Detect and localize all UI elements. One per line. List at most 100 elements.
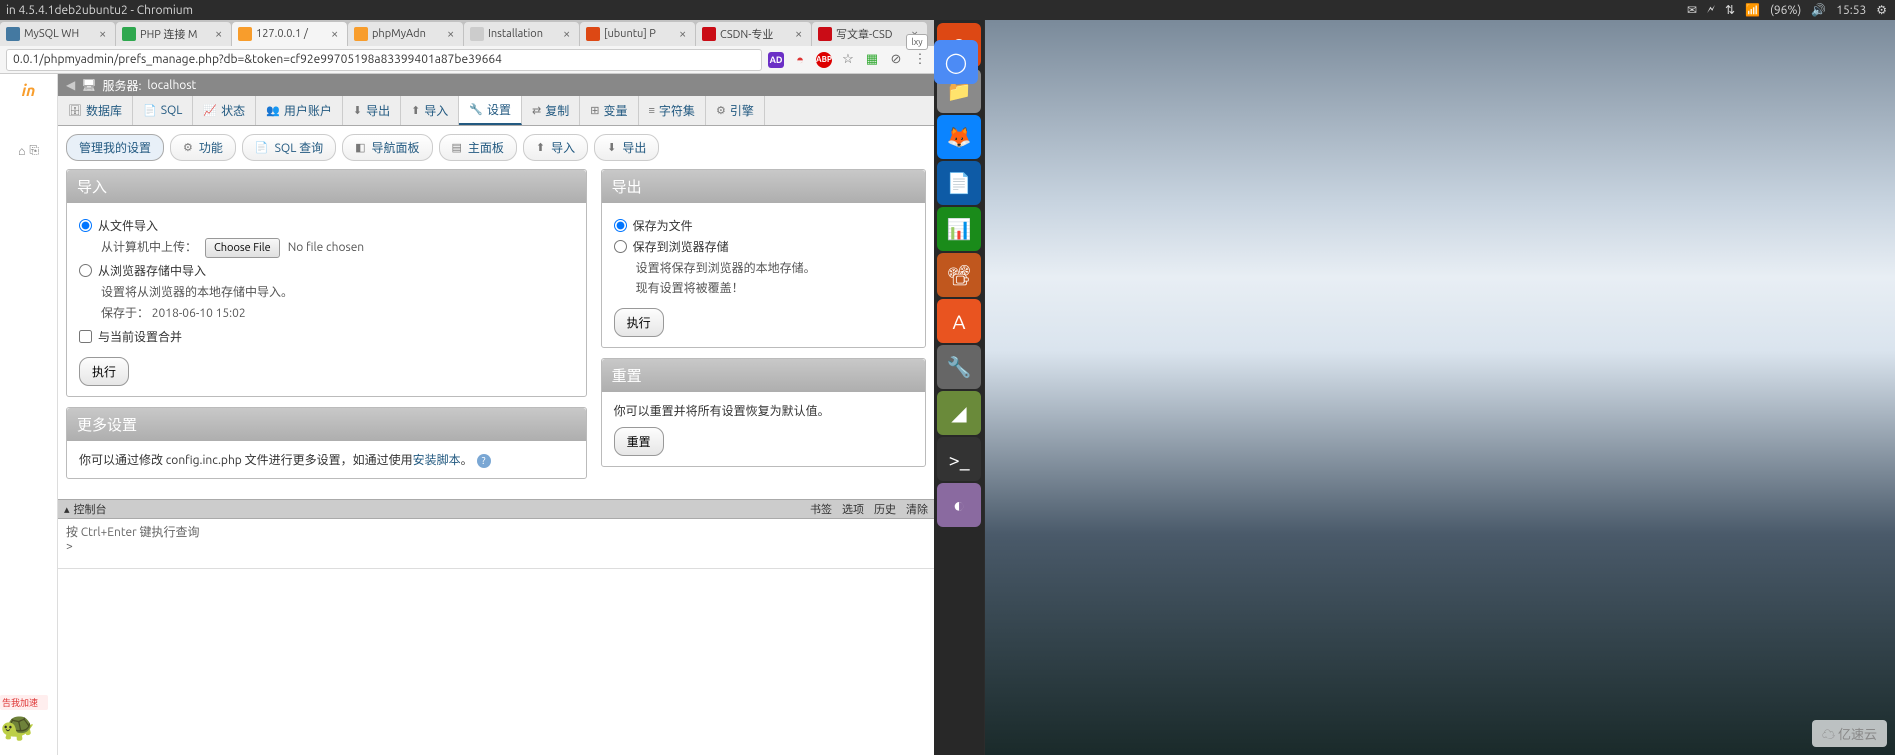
radio-from-file[interactable]: 从文件导入 bbox=[79, 217, 574, 234]
blocked-icon[interactable]: ⊘ bbox=[888, 52, 904, 68]
clock[interactable]: 15:53 bbox=[1836, 4, 1866, 17]
address-bar-row: AD ◓ ABP ☆ ▦ ⊘ ⋮ bbox=[0, 46, 934, 74]
chromium-icon[interactable]: ◯ bbox=[934, 40, 978, 84]
impress-icon[interactable]: 📽 bbox=[937, 253, 981, 297]
tab-charset[interactable]: ≡字符集 bbox=[639, 96, 706, 125]
battery-icon[interactable]: 🗲 bbox=[1707, 3, 1715, 17]
gear-icon[interactable]: ⚙ bbox=[1876, 3, 1887, 17]
settings-panels: 导入 从文件导入 从计算机中上传： Choose File No file ch… bbox=[58, 169, 934, 479]
export-execute-button[interactable]: 执行 bbox=[614, 308, 664, 337]
radio-to-storage[interactable]: 保存到浏览器存储 bbox=[614, 238, 913, 255]
tab-variables[interactable]: ⊞变量 bbox=[580, 96, 638, 125]
software-center-icon[interactable]: A bbox=[937, 299, 981, 343]
tab-status[interactable]: 📈状态 bbox=[193, 96, 256, 125]
reset-desc: 你可以重置并将所有设置恢复为默认值。 bbox=[614, 402, 913, 419]
eclipse-icon[interactable]: ◐ bbox=[937, 483, 981, 527]
android-studio-icon[interactable]: ◢ bbox=[937, 391, 981, 435]
tab-mysql[interactable]: MySQL WH× bbox=[0, 22, 115, 46]
chevron-up-icon[interactable]: ▴ bbox=[64, 503, 70, 516]
abp-icon[interactable]: ABP bbox=[816, 52, 832, 68]
link-icon[interactable]: ⎘ bbox=[29, 144, 39, 158]
tab-php[interactable]: PHP 连接 M× bbox=[116, 22, 231, 46]
export-icon: ⬇ bbox=[353, 104, 362, 117]
upload-label: 从计算机中上传： bbox=[101, 238, 197, 258]
subbtn-export[interactable]: ⬇导出 bbox=[594, 134, 659, 161]
close-icon[interactable]: × bbox=[215, 27, 227, 41]
close-icon[interactable]: × bbox=[331, 27, 343, 41]
console-options[interactable]: 选项 bbox=[842, 501, 864, 517]
radio-from-storage[interactable]: 从浏览器存储中导入 bbox=[79, 262, 574, 279]
bookmark-star-icon[interactable]: ☆ bbox=[840, 52, 856, 68]
tab-database[interactable]: 🗄数据库 bbox=[58, 96, 133, 125]
checkbox-merge[interactable]: 与当前设置合并 bbox=[79, 328, 574, 345]
tab-users[interactable]: 👥用户账户 bbox=[256, 96, 343, 125]
install-script-link[interactable]: 安装脚本 bbox=[413, 454, 461, 467]
extension-icon[interactable]: ▦ bbox=[864, 52, 880, 68]
import-execute-button[interactable]: 执行 bbox=[79, 357, 129, 386]
sql-icon: 📄 bbox=[255, 141, 269, 154]
menu-icon[interactable]: ⋮ bbox=[912, 52, 928, 68]
close-icon[interactable]: × bbox=[447, 27, 459, 41]
tab-export[interactable]: ⬇导出 bbox=[343, 96, 401, 125]
more-desc-post: 。 bbox=[461, 454, 473, 467]
subbtn-import[interactable]: ⬆导入 bbox=[523, 134, 588, 161]
tab-csdn-1[interactable]: CSDN-专业× bbox=[696, 22, 811, 46]
subbtn-main[interactable]: ▤主面板 bbox=[439, 134, 517, 161]
firefox-icon[interactable]: 🦊 bbox=[937, 115, 981, 159]
reset-button[interactable]: 重置 bbox=[614, 427, 664, 456]
adblock-badge-icon[interactable]: AD bbox=[768, 52, 784, 68]
network-icon[interactable]: ⇅ bbox=[1725, 3, 1735, 17]
tab-127[interactable]: 127.0.0.1 /× bbox=[232, 22, 347, 46]
tab-import[interactable]: ⬆导入 bbox=[401, 96, 459, 125]
charset-icon: ≡ bbox=[649, 105, 655, 117]
home-icon[interactable]: ⌂ bbox=[18, 144, 25, 158]
accelerator-sticker[interactable]: 告我加速 🐢 bbox=[0, 695, 48, 755]
tab-replication[interactable]: ⇄复制 bbox=[522, 96, 580, 125]
close-icon[interactable]: × bbox=[679, 27, 691, 41]
nav-icon: ◧ bbox=[355, 141, 365, 154]
tab-settings[interactable]: 🔧设置 bbox=[459, 96, 522, 125]
messages-icon[interactable]: ✉ bbox=[1687, 3, 1697, 17]
subbtn-manage[interactable]: 管理我的设置 bbox=[66, 134, 164, 161]
ublock-icon[interactable]: ◓ bbox=[792, 52, 808, 68]
volume-icon[interactable]: 🔊 bbox=[1811, 3, 1826, 17]
console-clear[interactable]: 清除 bbox=[906, 501, 928, 517]
console-bookmarks[interactable]: 书签 bbox=[810, 501, 832, 517]
tab-strip: MySQL WH× PHP 连接 M× 127.0.0.1 /× phpMyAd… bbox=[0, 20, 934, 46]
subbtn-sql[interactable]: 📄SQL 查询 bbox=[242, 134, 336, 161]
server-name[interactable]: localhost bbox=[147, 79, 196, 92]
desktop-wallpaper bbox=[985, 20, 1895, 755]
export-desc-1: 设置将保存到浏览器的本地存储。 bbox=[636, 259, 913, 279]
terminal-icon[interactable]: >_ bbox=[937, 437, 981, 481]
calc-icon[interactable]: 📊 bbox=[937, 207, 981, 251]
console-history[interactable]: 历史 bbox=[874, 501, 896, 517]
tab-sql[interactable]: 📄SQL bbox=[133, 96, 193, 125]
tab-engine[interactable]: ⚙引擎 bbox=[706, 96, 765, 125]
user-badge[interactable]: lxy bbox=[906, 34, 928, 50]
close-icon[interactable]: × bbox=[795, 27, 807, 41]
phpmyadmin: in ⌂ ⎘ ◀ 🖥 服务器: localhost 🗄数据库 📄SQL 📈状态 … bbox=[0, 74, 934, 755]
tab-installation[interactable]: Installation× bbox=[464, 22, 579, 46]
subbtn-nav[interactable]: ◧导航面板 bbox=[342, 134, 432, 161]
writer-icon[interactable]: 📄 bbox=[937, 161, 981, 205]
url-input[interactable] bbox=[6, 49, 762, 71]
users-icon: 👥 bbox=[266, 104, 280, 117]
variables-icon: ⊞ bbox=[590, 104, 599, 117]
subbtn-features[interactable]: ⚙功能 bbox=[170, 134, 236, 161]
console-bar: ▴ 控制台 书签 选项 历史 清除 bbox=[58, 499, 934, 519]
settings-icon[interactable]: 🔧 bbox=[937, 345, 981, 389]
tab-ubuntu[interactable]: [ubuntu] P× bbox=[580, 22, 695, 46]
chevron-left-icon[interactable]: ◀ bbox=[66, 78, 75, 92]
radio-as-file[interactable]: 保存为文件 bbox=[614, 217, 913, 234]
close-icon[interactable]: × bbox=[563, 27, 575, 41]
tab-phpmyadmin[interactable]: phpMyAdn× bbox=[348, 22, 463, 46]
wifi-icon[interactable]: 📶 bbox=[1745, 3, 1760, 17]
panel-title: 更多设置 bbox=[67, 408, 586, 441]
console-body[interactable]: 按 Ctrl+Enter 键执行查询 > bbox=[58, 519, 934, 569]
panel-title: 重置 bbox=[602, 359, 925, 392]
choose-file-button[interactable]: Choose File bbox=[205, 238, 280, 258]
reset-panel: 重置 你可以重置并将所有设置恢复为默认值。 重置 bbox=[601, 358, 926, 467]
help-icon[interactable]: ? bbox=[477, 454, 491, 468]
close-icon[interactable]: × bbox=[99, 27, 111, 41]
no-file-label: No file chosen bbox=[288, 238, 364, 258]
